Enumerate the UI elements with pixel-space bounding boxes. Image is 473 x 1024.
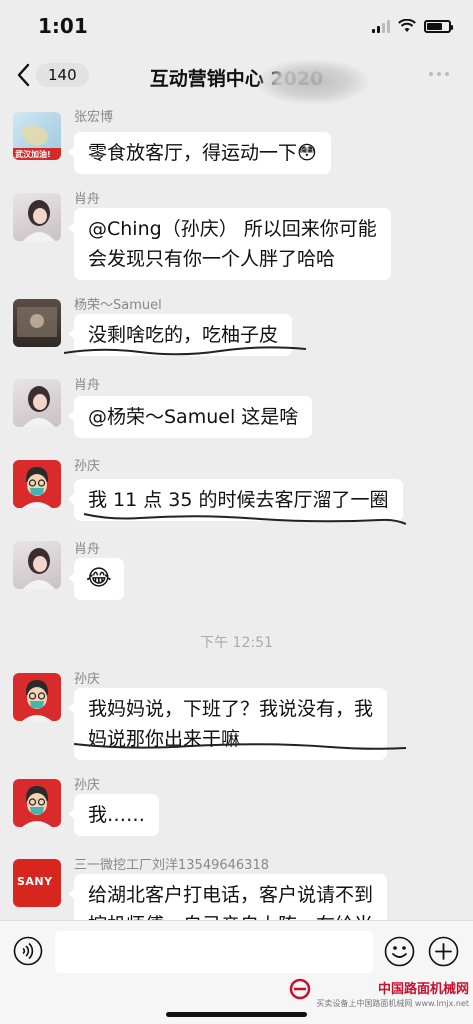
watermark-subtitle: 买卖设备上中国路面机械网 www.lmjx.net	[316, 999, 469, 1008]
sender-name: 肖舟	[74, 192, 101, 207]
status-time: 1:01	[38, 14, 88, 38]
add-icon[interactable]	[428, 936, 459, 967]
avatar[interactable]	[13, 193, 61, 241]
sender-name: 孙庆	[74, 459, 101, 474]
status-bar: 1:01	[0, 0, 473, 54]
avatar[interactable]: 武汉加油!	[13, 112, 61, 160]
message-item: 肖舟 😂	[0, 538, 473, 608]
message-text: 零食放客厅，得运动一下	[88, 142, 298, 164]
message-text-line: 挖机师傅，自己亲自上阵，在给当	[88, 910, 373, 920]
avatar[interactable]	[13, 779, 61, 827]
avatar[interactable]: SANY	[13, 859, 61, 907]
avatar[interactable]	[13, 460, 61, 508]
message-text: @杨荣～Samuel 这是啥	[88, 406, 299, 428]
blur-overlay	[258, 60, 368, 104]
message-item: 孙庆 我 11 点 35 的时候去客厅溜了一圈	[0, 455, 473, 530]
message-bubble[interactable]: 😂	[68, 558, 124, 600]
message-text-line: 会发现只有你一个人胖了哈哈	[88, 248, 336, 270]
message-bubble[interactable]: 没剩啥吃的，吃柚子皮	[67, 314, 293, 356]
message-text: 我……	[88, 804, 146, 826]
status-icons	[372, 19, 453, 33]
watermark-title: 中国路面机械网	[377, 982, 469, 997]
battery-icon	[424, 19, 453, 33]
message-text-line: 给湖北客户打电话，客户说请不到	[88, 884, 374, 906]
message-text: 我 11 点 35 的时候去客厅溜了一圈	[88, 489, 389, 511]
message-bubble[interactable]: 我妈妈说，下班了？我说没有，我 妈说那你出来干嘛	[67, 688, 388, 760]
avatar[interactable]	[13, 673, 61, 721]
message-bubble[interactable]: @杨荣～Samuel 这是啥	[67, 396, 313, 438]
message-item: 孙庆 我……	[0, 774, 473, 844]
message-item: SANY 三一微挖工厂刘洋13549646318 给湖北客户打电话，客户说请不到…	[0, 854, 473, 920]
avatar-label: 武汉加油!	[15, 150, 51, 159]
message-item: 武汉加油! 张宏博 零食放客厅，得运动一下😳	[0, 106, 473, 174]
signal-icon	[372, 19, 390, 33]
sender-name: 孙庆	[74, 778, 101, 793]
avatar[interactable]	[13, 379, 61, 427]
chat-title: 互动营销中心 2020	[149, 68, 324, 90]
message-bubble[interactable]: 我……	[67, 794, 160, 836]
message-item: 肖舟 @Ching（孙庆） 所以回来你可能 会发现只有你一个人胖了哈哈	[0, 188, 473, 283]
message-item: 孙庆 我妈妈说，下班了？我说没有，我 妈说那你出来干嘛	[0, 668, 473, 768]
message-bubble[interactable]: 我 11 点 35 的时候去客厅溜了一圈	[68, 479, 403, 521]
message-item: 肖舟 @杨荣～Samuel 这是啥	[0, 374, 473, 444]
sany-logo: SANY	[17, 875, 53, 888]
avatar[interactable]	[13, 299, 61, 347]
emoji-icon[interactable]	[384, 936, 415, 967]
emoji-laughing-tears: 😂	[86, 566, 112, 591]
message-bubble[interactable]: 给湖北客户打电话，客户说请不到 挖机师傅，自己亲自上阵，在给当	[67, 874, 388, 920]
sender-name: 肖舟	[74, 542, 101, 557]
emoji-flushed: 😳	[297, 142, 317, 164]
sender-name: 孙庆	[74, 672, 101, 687]
nav-bar: 140 互动营销中心 2020	[0, 54, 473, 104]
avatar[interactable]	[13, 541, 61, 589]
message-text: 没剩啥吃的，吃柚子皮	[88, 324, 279, 346]
message-bubble[interactable]: 零食放客厅，得运动一下😳	[68, 132, 331, 174]
watermark: 中国路面机械网 买卖设备上中国路面机械网 www.lmjx.net	[290, 978, 469, 1009]
message-item: 杨荣～Samuel 没剩啥吃的，吃柚子皮	[0, 294, 473, 364]
watermark-logo-icon	[290, 978, 311, 1000]
sender-name: 三一微挖工厂刘洋13549646318	[74, 858, 269, 873]
wifi-icon	[398, 19, 416, 32]
message-text-line: 妈说那你出来干嘛	[88, 728, 241, 750]
sender-name: 张宏博	[74, 110, 114, 125]
voice-icon[interactable]	[13, 936, 43, 966]
message-bubble[interactable]: @Ching（孙庆） 所以回来你可能 会发现只有你一个人胖了哈哈	[68, 208, 391, 280]
sender-name: 肖舟	[74, 378, 101, 393]
sender-name: 杨荣～Samuel	[74, 298, 162, 313]
more-dots-icon[interactable]	[429, 72, 449, 76]
message-text-line: @Ching（孙庆） 所以回来你可能	[88, 218, 377, 240]
home-indicator	[166, 1012, 307, 1017]
message-text-line: 我妈妈说，下班了？我说没有，我	[88, 698, 374, 720]
time-divider: 下午 12:51	[200, 635, 273, 651]
message-input[interactable]	[55, 931, 373, 973]
